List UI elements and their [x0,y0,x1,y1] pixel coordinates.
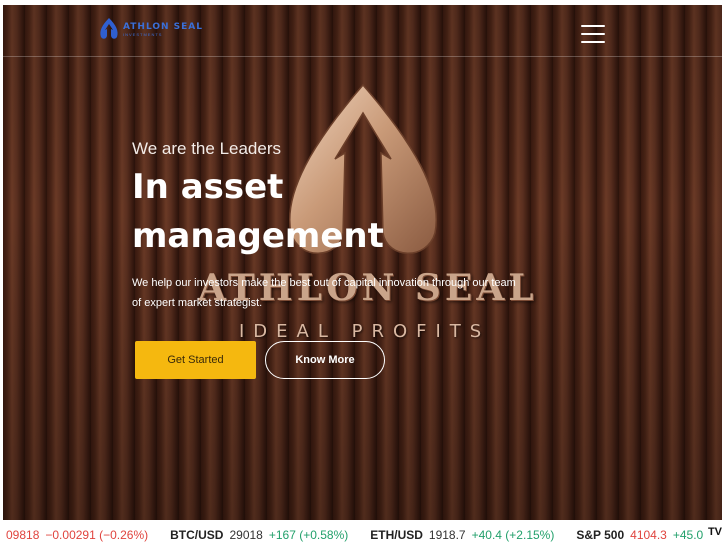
hero-section: ATHLON SEAL INVESTMENTS ATHLON SEAL IDEA… [3,5,722,520]
hero-eyebrow: We are the Leaders [132,139,281,158]
logo-tagline: INVESTMENTS [123,31,163,37]
know-more-button[interactable]: Know More [265,341,385,379]
ticker-item[interactable]: BTC/USD 29018 +167 (+0.58%) [170,528,348,542]
hero-headline-line2: management [132,216,384,256]
navbar: ATHLON SEAL INVESTMENTS [3,5,722,57]
hero-copy: We are the Leaders In asset management W… [132,139,527,313]
get-started-button[interactable]: Get Started [135,341,256,379]
brand-tagline: IDEAL PROFITS [239,321,491,342]
ticker-item[interactable]: ETH/USD 1918.7 +40.4 (+2.15%) [370,528,554,542]
hero-headline: In asset management [132,163,527,261]
tradingview-badge[interactable]: TV [708,526,722,538]
price-ticker[interactable]: 09818 −0.00291 (−0.26%) BTC/USD 29018 +1… [0,520,725,549]
logo-text: ATHLON SEAL [123,21,203,32]
logo-emblem-icon [100,18,118,39]
hero-subtext: We help our investors make the best out … [132,277,516,309]
site-logo[interactable]: ATHLON SEAL INVESTMENTS [98,17,203,41]
hero-headline-line1: In asset [132,167,284,207]
ticker-item[interactable]: S&P 500 4104.3 +45.0 [576,528,703,542]
ticker-item[interactable]: 09818 −0.00291 (−0.26%) [0,528,148,542]
hamburger-menu-icon[interactable] [581,25,605,43]
